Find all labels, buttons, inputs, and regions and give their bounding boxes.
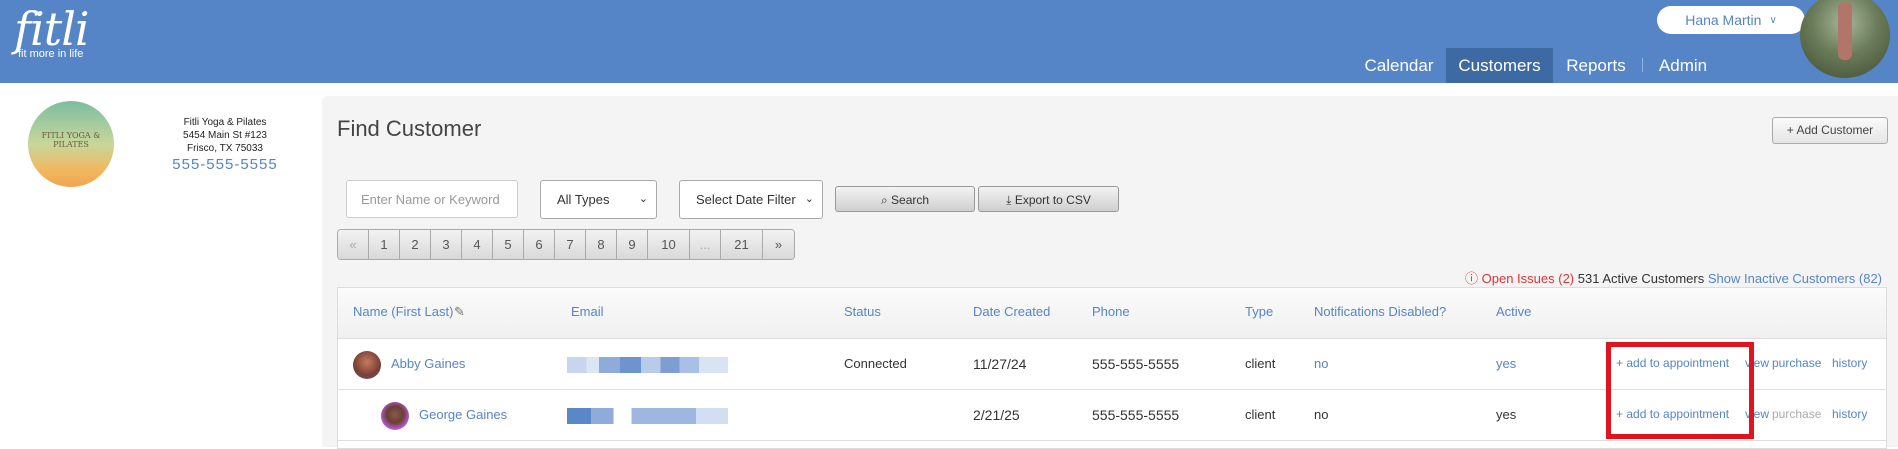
avatar (381, 402, 409, 430)
purchase-link[interactable]: purchase (1772, 356, 1821, 370)
top-bar: fitli fit more in life Hana Martin ∨ Cal… (0, 0, 1898, 83)
active-value: yes (1496, 407, 1517, 422)
email-redacted (567, 357, 728, 373)
active-link[interactable]: yes (1496, 356, 1516, 371)
customer-name-link[interactable]: George Gaines (419, 407, 507, 422)
page-link[interactable]: 4 (462, 230, 493, 259)
studio-logo: FITLI YOGA & PILATES (28, 101, 114, 187)
avatar (353, 351, 381, 379)
nav-calendar[interactable]: Calendar (1356, 48, 1442, 83)
search-icon: ⌕ (880, 193, 888, 207)
nav-customers[interactable]: Customers (1446, 48, 1553, 83)
pagination: « 1 2 3 4 5 6 7 8 9 10 ... 21 » (337, 229, 795, 260)
export-button-label: Export to CSV (1014, 193, 1091, 207)
phone: 555-555-5555 (1092, 407, 1180, 423)
download-icon: ⤓ (1006, 193, 1012, 207)
chevron-down-icon: ⌄ (638, 193, 648, 205)
type-select[interactable]: All Types ⌄ (540, 180, 657, 219)
user-name: Hana Martin (1685, 12, 1762, 28)
purchase-link[interactable]: purchase (1772, 407, 1821, 421)
studio-logo-text: FITLI YOGA & PILATES (41, 131, 101, 149)
phone: 555-555-5555 (1092, 356, 1180, 372)
type: client (1245, 356, 1276, 371)
search-button[interactable]: ⌕ Search (835, 186, 975, 212)
col-type[interactable]: Type (1245, 304, 1273, 319)
email-redacted (567, 408, 728, 424)
type: client (1245, 407, 1276, 422)
customer-summary: ⓘ Open Issues (2) 531 Active Customers S… (1465, 268, 1882, 287)
col-name[interactable]: Name (First Last) (353, 304, 453, 319)
user-avatar[interactable] (1800, 0, 1890, 78)
col-notifications[interactable]: Notifications Disabled? (1314, 304, 1446, 319)
search-input[interactable]: Enter Name or Keyword (346, 180, 518, 218)
show-inactive-link[interactable]: Show Inactive Customers (82) (1708, 271, 1882, 286)
page-next[interactable]: » (763, 230, 794, 259)
col-active[interactable]: Active (1496, 304, 1531, 319)
page-ellipsis: ... (690, 230, 721, 259)
history-link[interactable]: history (1832, 356, 1867, 370)
page-link[interactable]: 1 (369, 230, 400, 259)
type-select-value: All Types (557, 192, 610, 207)
highlight-box (1606, 342, 1754, 439)
add-customer-button[interactable]: + Add Customer (1772, 117, 1888, 144)
page-link[interactable]: 21 (721, 230, 763, 259)
avatar-figure (1838, 2, 1852, 60)
studio-address-line1: 5454 Main St #123 (183, 130, 267, 141)
open-issues-link[interactable]: Open Issues (2) (1482, 271, 1575, 286)
page-link[interactable]: 2 (400, 230, 431, 259)
nav-admin[interactable]: Admin (1650, 48, 1716, 83)
page-title: Find Customer (337, 116, 482, 141)
col-status[interactable]: Status (844, 304, 881, 319)
col-phone[interactable]: Phone (1092, 304, 1130, 319)
fitli-logo[interactable]: fitli fit more in life (14, 2, 90, 60)
active-label: Active Customers (1602, 271, 1705, 286)
alert-icon: ⓘ (1465, 271, 1479, 286)
page-link[interactable]: 5 (493, 230, 524, 259)
studio-name: Fitli Yoga & Pilates (183, 117, 267, 128)
chevron-down-icon: ∨ (1769, 14, 1777, 26)
col-email[interactable]: Email (571, 304, 604, 319)
page-prev[interactable]: « (338, 230, 369, 259)
active-count: 531 (1577, 271, 1600, 286)
table-header: Name (First Last) ✎ Email Status Date Cr… (338, 288, 1886, 339)
notifications-link[interactable]: no (1314, 356, 1328, 371)
page-link[interactable]: 10 (648, 230, 690, 259)
page-link[interactable]: 9 (617, 230, 648, 259)
customer-name-link[interactable]: Abby Gaines (391, 356, 465, 371)
history-link[interactable]: history (1832, 407, 1867, 421)
page-link[interactable]: 6 (524, 230, 555, 259)
date-filter-select[interactable]: Select Date Filter ⌄ (679, 180, 823, 219)
studio-address-line2: Frisco, TX 75033 (187, 143, 263, 154)
date-created: 11/27/24 (973, 356, 1027, 372)
user-menu-button[interactable]: Hana Martin ∨ (1657, 6, 1805, 34)
col-date-created[interactable]: Date Created (973, 304, 1050, 319)
export-csv-button[interactable]: ⤓ Export to CSV (978, 186, 1119, 212)
page-link[interactable]: 3 (431, 230, 462, 259)
status-text: Connected (844, 356, 907, 371)
date-created: 2/21/25 (973, 407, 1020, 423)
date-filter-value: Select Date Filter (696, 192, 796, 207)
logo-wordmark: fitli (14, 2, 90, 56)
studio-info: Fitli Yoga & Pilates 5454 Main St #123 F… (160, 116, 290, 172)
page-link[interactable]: 7 (555, 230, 586, 259)
nav-divider (1642, 58, 1643, 72)
chevron-down-icon: ⌄ (804, 193, 814, 205)
nav-reports[interactable]: Reports (1556, 48, 1636, 83)
studio-phone[interactable]: 555-555-5555 (160, 157, 290, 172)
pencil-icon[interactable]: ✎ (454, 304, 465, 320)
notifications-value: no (1314, 407, 1329, 422)
logo-tagline: fit more in life (18, 48, 84, 60)
search-button-label: Search (891, 193, 930, 207)
page-link[interactable]: 8 (586, 230, 617, 259)
